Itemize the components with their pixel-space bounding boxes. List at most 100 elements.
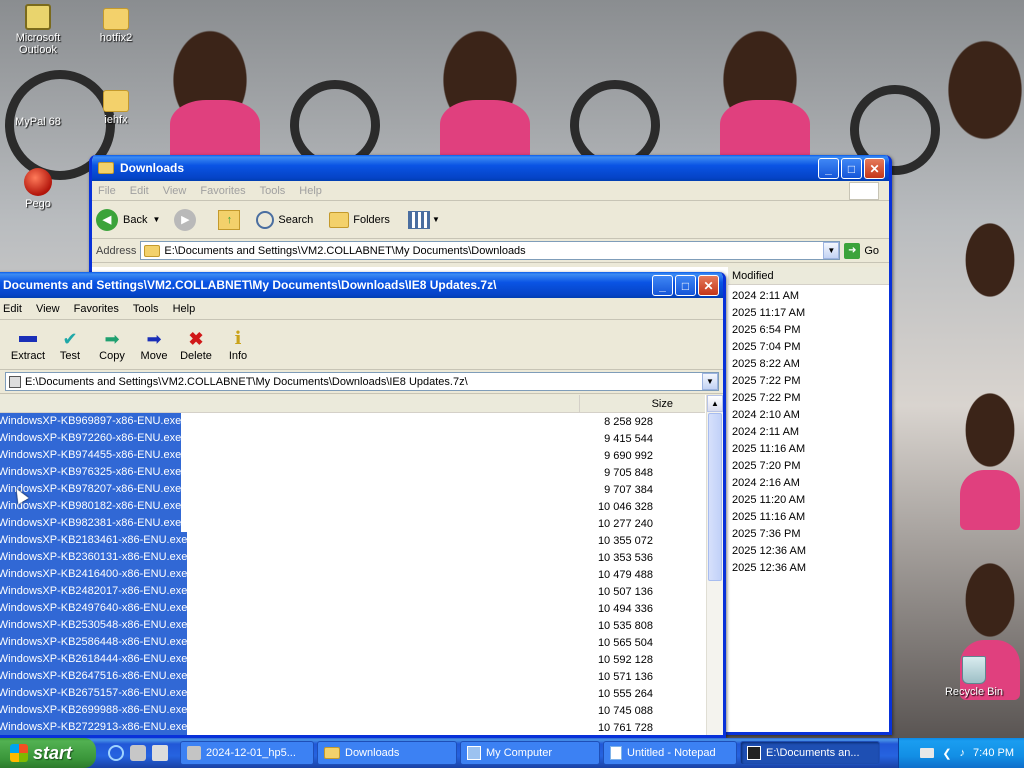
chevron-left-icon[interactable]: ❮ [942,747,951,760]
list-item[interactable]: 2025 7:36 PM [732,525,806,542]
table-row[interactable]: 8-WindowsXP-KB2647516-x86-ENU.exe 10 571 … [0,668,705,685]
table-row[interactable]: 8-WindowsXP-KB2482017-x86-ENU.exe 10 507 … [0,583,705,600]
views-button[interactable]: ▼ [407,210,440,229]
list-item[interactable]: 2024 2:11 AM [732,423,806,440]
list-item[interactable]: 2024 2:10 AM [732,406,806,423]
zip-address-dropdown[interactable]: ▼ [702,373,718,390]
menu-tools[interactable]: Tools [260,185,286,197]
list-item[interactable]: 2025 11:16 AM [732,508,806,525]
desktop-icon[interactable] [152,745,168,761]
maximize-button[interactable]: □ [675,275,696,296]
copy-button[interactable]: ➡ Copy [91,328,133,362]
list-item[interactable]: 2025 7:04 PM [732,338,806,355]
table-row[interactable]: 8-WindowsXP-KB2416400-x86-ENU.exe 10 479 … [0,566,705,583]
go-button[interactable]: ➜ Go [844,242,885,259]
task-downloads[interactable]: Downloads [317,741,457,765]
column-size[interactable]: Size [579,395,679,413]
menu-edit[interactable]: Edit [3,303,22,315]
list-item[interactable]: 2025 7:22 PM [732,372,806,389]
table-row[interactable]: 8-WindowsXP-KB2586448-x86-ENU.exe 10 565 … [0,634,705,651]
table-row[interactable]: 8-WindowsXP-KB972260-x86-ENU.exe 9 415 54… [0,430,705,447]
maximize-button[interactable]: □ [841,158,862,179]
menu-edit[interactable]: Edit [130,185,149,197]
table-row[interactable]: 8-WindowsXP-KB2618444-x86-ENU.exe 10 592 … [0,651,705,668]
minimize-button[interactable]: _ [652,275,673,296]
move-button[interactable]: ➡ Move [133,328,175,362]
table-row[interactable]: 8-WindowsXP-KB980182-x86-ENU.exe 10 046 3… [0,498,705,515]
test-button[interactable]: ✔ Test [49,328,91,362]
folders-button[interactable]: Folders [329,211,390,228]
task-notepad[interactable]: Untitled - Notepad [603,741,737,765]
forward-arrow-icon[interactable]: ▶ [174,208,197,231]
volume-icon[interactable]: ♪ [960,747,966,759]
menu-favorites[interactable]: Favorites [74,303,119,315]
desktop-icon-outlook[interactable]: Microsoft Outlook [0,4,76,56]
table-row[interactable]: 8-WindowsXP-KB969897-x86-ENU.exe 8 258 92… [0,413,705,430]
zip-address-input[interactable]: E:\Documents and Settings\VM2.COLLABNET\… [5,372,719,391]
close-button[interactable]: ✕ [698,275,719,296]
table-row[interactable]: 8-WindowsXP-KB974455-x86-ENU.exe 9 690 99… [0,447,705,464]
list-item[interactable]: 2025 6:54 PM [732,321,806,338]
table-row[interactable]: 8-WindowsXP-KB2497640-x86-ENU.exe 10 494 … [0,600,705,617]
column-modified[interactable]: Modified [728,267,889,285]
table-row[interactable]: 8-WindowsXP-KB2675157-x86-ENU.exe 10 555 … [0,685,705,702]
menu-help[interactable]: Help [173,303,196,315]
extract-button[interactable]: Extract [7,328,49,362]
menu-tools[interactable]: Tools [133,303,159,315]
zip-titlebar[interactable]: Documents and Settings\VM2.COLLABNET\My … [0,272,723,298]
table-row[interactable]: 8-WindowsXP-KB2699988-x86-ENU.exe 10 745 … [0,702,705,719]
desktop-icon-recycle-bin[interactable]: Recycle Bin [936,656,1012,698]
minimize-button[interactable]: _ [818,158,839,179]
table-row[interactable]: 8-WindowsXP-KB978207-x86-ENU.exe 9 707 38… [0,481,705,498]
table-row[interactable]: 8-WindowsXP-KB2360131-x86-ENU.exe 10 353 … [0,549,705,566]
scroll-up-button[interactable]: ▲ [707,395,723,412]
menu-view[interactable]: View [163,185,187,197]
desktop-icon-iehfx[interactable]: iehfx [78,86,154,126]
list-item[interactable]: 2025 7:22 PM [732,389,806,406]
list-item[interactable]: 2025 7:20 PM [732,457,806,474]
menu-view[interactable]: View [36,303,60,315]
up-folder-icon[interactable]: ↑ [218,209,241,230]
explorer-titlebar[interactable]: Downloads _ □ ✕ [92,155,889,181]
zip-window[interactable]: Documents and Settings\VM2.COLLABNET\My … [0,272,726,738]
list-item[interactable]: 2024 2:16 AM [732,474,806,491]
task-7zip[interactable]: E:\Documents an... [740,741,880,765]
table-row[interactable]: 8-WindowsXP-KB976325-x86-ENU.exe 9 705 84… [0,464,705,481]
zip-address-value: E:\Documents and Settings\VM2.COLLABNET\… [25,375,468,388]
menu-help[interactable]: Help [299,185,322,197]
keyboard-icon[interactable] [920,748,935,758]
task-my-computer[interactable]: My Computer [460,741,600,765]
table-row[interactable]: 8-WindowsXP-KB2183461-x86-ENU.exe 10 355 … [0,532,705,549]
table-row[interactable]: 8-WindowsXP-KB982381-x86-ENU.exe 10 277 2… [0,515,705,532]
list-item[interactable]: 2024 2:11 AM [732,287,806,304]
menu-file[interactable]: File [98,185,116,197]
address-input[interactable]: E:\Documents and Settings\VM2.COLLABNET\… [140,241,841,260]
list-item[interactable]: 2025 12:36 AM [732,559,806,576]
table-row[interactable]: 8-WindowsXP-KB2722913-x86-ENU.exe 10 761 … [0,719,705,735]
menu-favorites[interactable]: Favorites [200,185,245,197]
address-dropdown[interactable]: ▼ [823,242,840,259]
list-item[interactable]: 2025 8:22 AM [732,355,806,372]
task-hp5[interactable]: 2024-12-01_hp5... [180,741,314,765]
desktop-icon-mypal[interactable]: MyPal 68 [0,88,76,128]
zip-file-list[interactable]: Size 8-WindowsXP-KB969897-x86-ENU.exe 8 2… [0,395,723,735]
back-button[interactable]: ◀ Back ▼ [96,208,161,231]
file-size: 10 353 536 [597,551,653,564]
list-item[interactable]: 2025 11:16 AM [732,440,806,457]
start-button[interactable]: start [0,738,96,768]
list-item[interactable]: 2025 12:36 AM [732,542,806,559]
chevron-down-icon: ▼ [152,215,161,224]
vertical-scrollbar[interactable]: ▲ [706,395,723,735]
delete-button[interactable]: ✖ Delete [175,328,217,362]
close-button[interactable]: ✕ [864,158,885,179]
scroll-thumb[interactable] [708,413,722,581]
search-button[interactable]: Search [256,210,313,229]
list-item[interactable]: 2025 11:20 AM [732,491,806,508]
desktop-icon-hotfix2[interactable]: hotfix2 [78,4,154,44]
table-row[interactable]: 8-WindowsXP-KB2530548-x86-ENU.exe 10 535 … [0,617,705,634]
media-icon[interactable] [130,745,146,761]
desktop-icon-pego[interactable]: Pego [0,168,76,210]
info-button[interactable]: i Info [217,328,259,362]
list-item[interactable]: 2025 11:17 AM [732,304,806,321]
ie-icon[interactable] [108,745,124,761]
